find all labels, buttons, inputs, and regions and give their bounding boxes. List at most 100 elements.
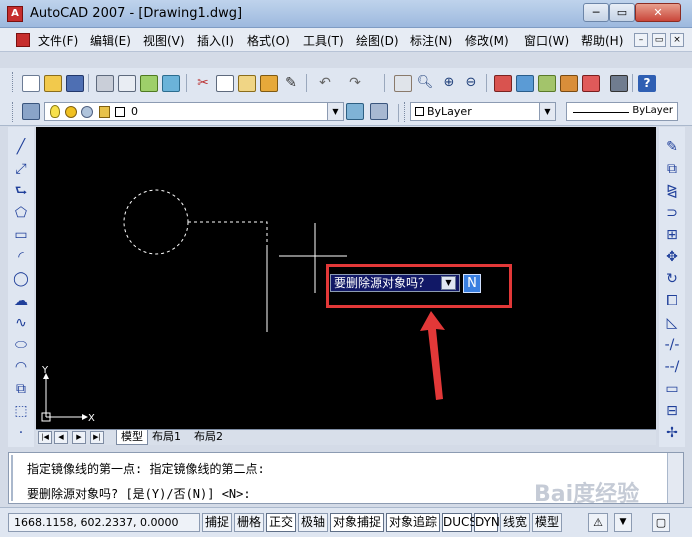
tab-last-button[interactable]: ▶| bbox=[90, 431, 104, 444]
block-editor-icon[interactable]: ✎ bbox=[282, 75, 300, 92]
erase-icon[interactable]: ✎ bbox=[663, 139, 681, 156]
otrack-toggle[interactable]: 对象追踪 bbox=[386, 513, 440, 532]
color-dropdown[interactable]: ByLayer ▼ bbox=[410, 102, 556, 121]
dynamic-input-field[interactable]: N bbox=[463, 274, 481, 293]
close-button[interactable]: ✕ bbox=[635, 3, 681, 22]
menu-file[interactable]: 文件(F) bbox=[38, 32, 78, 49]
polygon-icon[interactable]: ⬠ bbox=[12, 205, 30, 222]
ortho-toggle[interactable]: 正交 bbox=[266, 513, 296, 532]
break-icon[interactable]: ▭ bbox=[663, 381, 681, 398]
polar-toggle[interactable]: 极轴 bbox=[298, 513, 328, 532]
zoom-realtime-icon[interactable]: 🔍︎ bbox=[416, 75, 434, 92]
chevron-down-icon[interactable]: ▼ bbox=[539, 103, 555, 120]
toolbar-grip[interactable] bbox=[404, 102, 407, 122]
move-icon[interactable]: ✥ bbox=[663, 249, 681, 266]
menu-edit[interactable]: 编辑(E) bbox=[90, 32, 131, 49]
properties-icon[interactable] bbox=[494, 75, 512, 92]
layer-previous-icon[interactable] bbox=[370, 103, 388, 120]
tab-prev-button[interactable]: ◀ bbox=[54, 431, 68, 444]
trim-icon[interactable]: -/- bbox=[663, 337, 681, 354]
selected-circle[interactable] bbox=[123, 189, 189, 255]
tab-next-button[interactable]: ▶ bbox=[72, 431, 86, 444]
make-current-icon[interactable] bbox=[346, 103, 364, 120]
rotate-icon[interactable]: ↻ bbox=[663, 271, 681, 288]
model-toggle[interactable]: 模型 bbox=[532, 513, 562, 532]
scale-icon[interactable]: ⧠ bbox=[663, 293, 681, 310]
communication-center-icon[interactable]: ⚠ bbox=[588, 513, 608, 532]
menu-draw[interactable]: 绘图(D) bbox=[356, 32, 399, 49]
make-block-icon[interactable]: ⬚ bbox=[12, 403, 30, 420]
dyn-toggle[interactable]: DYN bbox=[474, 513, 500, 532]
print-icon[interactable] bbox=[96, 75, 114, 92]
stretch-icon[interactable]: ◺ bbox=[663, 315, 681, 332]
tab-layout2[interactable]: 布局2 bbox=[190, 430, 227, 445]
osnap-toggle[interactable]: 对象捕捉 bbox=[330, 513, 384, 532]
selected-polyline[interactable] bbox=[188, 221, 268, 332]
offset-icon[interactable]: ⊃ bbox=[663, 205, 681, 222]
array-icon[interactable]: ⊞ bbox=[663, 227, 681, 244]
menu-format[interactable]: 格式(O) bbox=[247, 32, 290, 49]
mirror-icon[interactable]: ⧎ bbox=[663, 183, 681, 200]
dynamic-input-dropdown-icon[interactable]: ▼ bbox=[441, 276, 456, 290]
cut-icon[interactable]: ✂ bbox=[194, 75, 212, 92]
pan-icon[interactable] bbox=[394, 75, 412, 92]
menu-insert[interactable]: 插入(I) bbox=[197, 32, 234, 49]
open-icon[interactable] bbox=[44, 75, 62, 92]
help-icon[interactable]: ? bbox=[638, 75, 656, 92]
status-menu-chevron-icon[interactable]: ▼ bbox=[614, 513, 632, 532]
revision-cloud-icon[interactable]: ☁ bbox=[12, 293, 30, 310]
toolbar-grip[interactable] bbox=[12, 102, 15, 122]
tab-model[interactable]: 模型 bbox=[116, 430, 148, 445]
menu-help[interactable]: 帮助(H) bbox=[581, 32, 623, 49]
menu-view[interactable]: 视图(V) bbox=[143, 32, 185, 49]
spline-icon[interactable]: ∿ bbox=[12, 315, 30, 332]
menu-window[interactable]: 窗口(W) bbox=[524, 32, 569, 49]
point-icon[interactable]: · bbox=[12, 425, 30, 442]
new-icon[interactable] bbox=[22, 75, 40, 92]
maximize-button[interactable]: ▭ bbox=[609, 3, 635, 22]
minimize-button[interactable]: ─ bbox=[583, 3, 609, 22]
insert-block-icon[interactable]: ⧉ bbox=[12, 381, 30, 398]
explode-icon[interactable]: ✢ bbox=[663, 425, 681, 442]
document-minimize-button[interactable]: – bbox=[634, 33, 648, 47]
rectangle-icon[interactable]: ▭ bbox=[12, 227, 30, 244]
command-scrollbar[interactable] bbox=[667, 453, 683, 503]
ellipse-arc-icon[interactable]: ◠ bbox=[12, 359, 30, 376]
snap-toggle[interactable]: 捕捉 bbox=[202, 513, 232, 532]
paste-icon[interactable] bbox=[238, 75, 256, 92]
tool-palettes-icon[interactable] bbox=[538, 75, 556, 92]
linetype-dropdown[interactable]: ByLayer bbox=[566, 102, 678, 121]
preview-icon[interactable] bbox=[118, 75, 136, 92]
redo-icon[interactable]: ↷ bbox=[346, 75, 364, 92]
menu-modify[interactable]: 修改(M) bbox=[465, 32, 509, 49]
ducs-toggle[interactable]: DUCS bbox=[442, 513, 477, 532]
grid-toggle[interactable]: 栅格 bbox=[234, 513, 264, 532]
tab-layout1[interactable]: 布局1 bbox=[148, 430, 185, 445]
zoom-previous-icon[interactable]: ⊖ bbox=[462, 75, 480, 92]
clean-screen-icon[interactable]: ▢ bbox=[652, 513, 670, 532]
extend-icon[interactable]: --/ bbox=[663, 359, 681, 376]
command-window-grip[interactable] bbox=[11, 455, 23, 501]
chevron-down-icon[interactable]: ▼ bbox=[327, 103, 343, 120]
menu-tools[interactable]: 工具(T) bbox=[303, 32, 344, 49]
calculator-icon[interactable] bbox=[610, 75, 628, 92]
zoom-window-icon[interactable]: ⊕ bbox=[440, 75, 458, 92]
design-center-icon[interactable] bbox=[516, 75, 534, 92]
tab-first-button[interactable]: |◀ bbox=[38, 431, 52, 444]
undo-icon[interactable]: ↶ bbox=[316, 75, 334, 92]
line-icon[interactable]: ╱ bbox=[12, 139, 30, 156]
toolbar-grip[interactable] bbox=[12, 72, 15, 92]
3d-dwf-icon[interactable] bbox=[162, 75, 180, 92]
construction-line-icon[interactable]: ⤢ bbox=[12, 161, 30, 178]
command-prompt-line[interactable]: 要删除源对象吗? [是(Y)/否(N)] <N>: bbox=[27, 485, 251, 502]
save-icon[interactable] bbox=[66, 75, 84, 92]
publish-icon[interactable] bbox=[140, 75, 158, 92]
markup-icon[interactable] bbox=[582, 75, 600, 92]
layer-dropdown[interactable]: 0 ▼ bbox=[44, 102, 344, 121]
autocad-app-icon[interactable]: A bbox=[7, 6, 23, 22]
document-icon[interactable] bbox=[16, 33, 30, 47]
arc-icon[interactable]: ◜ bbox=[12, 249, 30, 266]
polyline-icon[interactable]: ⮑ bbox=[12, 183, 30, 200]
document-close-button[interactable]: × bbox=[670, 33, 684, 47]
menu-dimension[interactable]: 标注(N) bbox=[410, 32, 452, 49]
